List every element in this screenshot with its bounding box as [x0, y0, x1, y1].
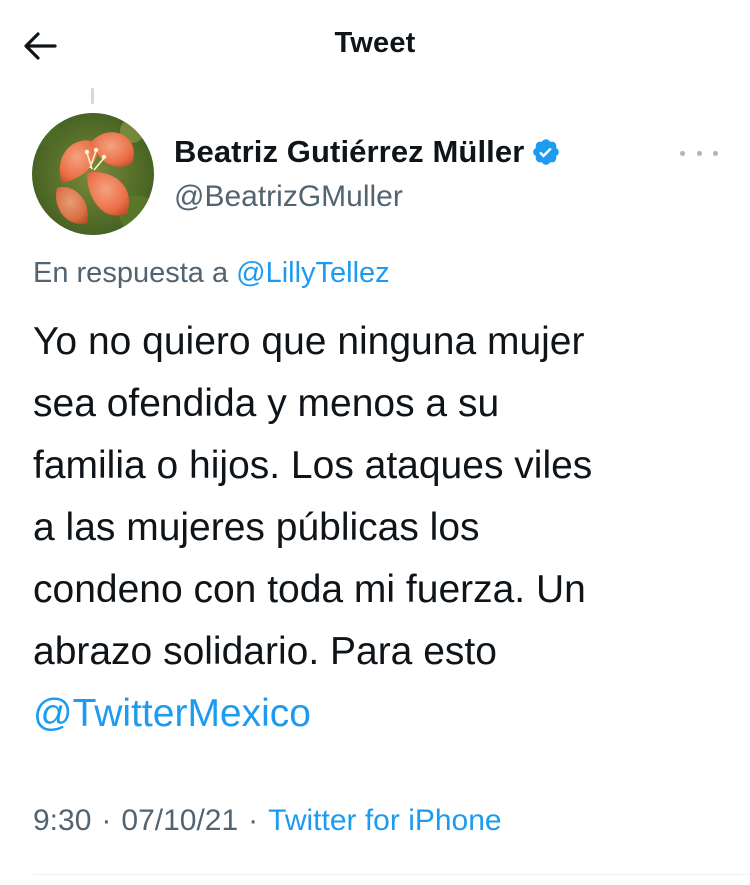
tweet-text-line: abrazo solidario. Para esto: [33, 630, 497, 673]
tweet-mention-link[interactable]: @TwitterMexico: [33, 683, 733, 745]
reply-context: En respuesta a @LillyTellez: [33, 257, 390, 290]
divider: [33, 874, 750, 875]
author-name[interactable]: Beatriz Gutiérrez Müller: [174, 134, 524, 170]
author-handle[interactable]: @BeatrizGMuller: [174, 180, 403, 214]
flower-avatar-image: [32, 113, 154, 235]
more-dot-icon: [680, 150, 685, 156]
author-name-row: Beatriz Gutiérrez Müller: [174, 134, 561, 170]
tweet-date[interactable]: 07/10/21: [121, 804, 238, 838]
tweet-text-line: sea ofendida y menos a su: [33, 382, 500, 425]
tweet-source-link[interactable]: Twitter for iPhone: [268, 804, 501, 838]
tweet-time[interactable]: 9:30: [33, 804, 91, 838]
meta-separator: ·: [101, 804, 112, 837]
avatar[interactable]: [32, 113, 154, 235]
more-dot-icon: [713, 150, 718, 156]
more-options-button[interactable]: [680, 143, 718, 163]
tweet-text-line: a las mujeres públicas los: [33, 506, 480, 549]
verified-badge-icon: [533, 139, 560, 165]
meta-separator: ·: [248, 804, 259, 837]
more-dot-icon: [696, 150, 702, 156]
reply-mention-link[interactable]: @LillyTellez: [236, 257, 390, 289]
tweet-metadata: 9:30 · 07/10/21 · Twitter for iPhone: [33, 804, 502, 838]
tweet-text-line: condeno con toda mi fuerza. Un: [33, 568, 586, 611]
tweet-text: Yo no quiero que ninguna mujer sea ofend…: [33, 311, 733, 745]
thread-connector-line: [91, 88, 94, 104]
page-title: Tweet: [334, 27, 416, 59]
reply-prefix: En respuesta a: [33, 257, 229, 289]
tweet-text-line: familia o hijos. Los ataques viles: [33, 444, 593, 487]
tweet-text-line: Yo no quiero que ninguna mujer: [33, 320, 585, 363]
top-bar: Tweet: [0, 0, 750, 92]
